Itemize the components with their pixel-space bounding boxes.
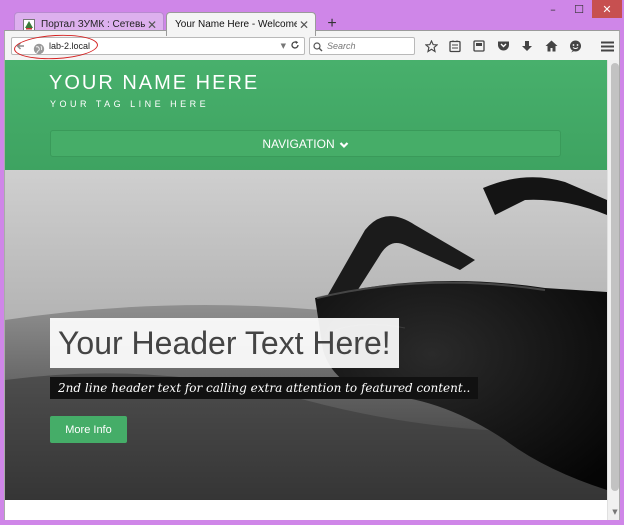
chat-icon[interactable] xyxy=(563,36,587,56)
hero-banner: Your Header Text Here! 2nd line header t… xyxy=(5,170,607,500)
pocket-icon[interactable] xyxy=(491,36,515,56)
tab-title: Портал ЗУМК : Сетевые ... xyxy=(41,19,145,30)
tab-title: Your Name Here - Welcome xyxy=(175,19,297,30)
chevron-down-icon xyxy=(339,139,349,149)
minimize-button[interactable]: – xyxy=(540,0,566,18)
search-icon xyxy=(313,37,327,56)
portal-favicon-icon xyxy=(23,18,35,31)
page-viewport: YOUR NAME HERE YOUR TAG LINE HERE NAVIGA… xyxy=(4,60,620,520)
site-header: YOUR NAME HERE YOUR TAG LINE HERE NAVIGA… xyxy=(5,60,607,170)
tab-close-icon[interactable]: ✕ xyxy=(297,18,311,32)
scrollbar-thumb[interactable] xyxy=(611,63,619,491)
download-icon[interactable] xyxy=(515,36,539,56)
hero-subtitle: 2nd line header text for calling extra a… xyxy=(50,377,479,399)
navigation-toggle[interactable]: NAVIGATION xyxy=(50,130,561,157)
pocket-save-icon[interactable] xyxy=(467,36,491,56)
search-field[interactable]: Search xyxy=(309,37,415,55)
reload-icon[interactable] xyxy=(290,40,300,53)
search-placeholder: Search xyxy=(327,41,356,51)
navigation-label: NAVIGATION xyxy=(262,136,335,151)
more-info-button[interactable]: More Info xyxy=(50,416,127,443)
site-tagline: YOUR TAG LINE HERE xyxy=(50,99,210,109)
menu-icon[interactable] xyxy=(597,36,617,56)
scroll-down-icon[interactable]: ▼ xyxy=(610,508,619,518)
close-window-button[interactable]: ✕ xyxy=(592,0,622,18)
tab-welcome[interactable]: Your Name Here - Welcome ✕ xyxy=(166,12,316,36)
star-icon[interactable] xyxy=(419,36,443,56)
home-icon[interactable] xyxy=(539,36,563,56)
maximize-button[interactable]: ☐ xyxy=(566,0,592,18)
site-name[interactable]: YOUR NAME HERE xyxy=(49,72,259,95)
hero-title: Your Header Text Here! xyxy=(50,318,399,368)
vertical-scrollbar[interactable]: ▼ xyxy=(607,60,619,520)
page-below-fold xyxy=(5,500,607,520)
reading-list-icon[interactable] xyxy=(443,36,467,56)
browser-window: – ☐ ✕ Портал ЗУМК : Сетевые ... ✕ Your N… xyxy=(0,0,624,525)
window-bottom-edge xyxy=(4,520,620,525)
history-dropdown-icon[interactable]: ▼ xyxy=(281,42,286,50)
toolbar-icons xyxy=(419,36,587,56)
